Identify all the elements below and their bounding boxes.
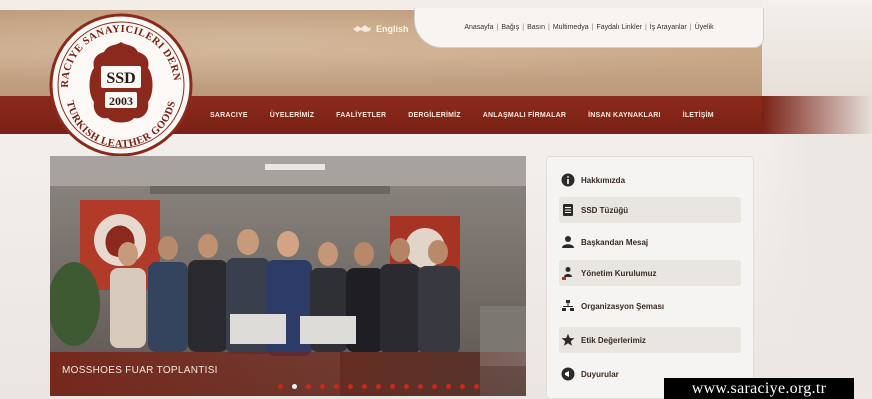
slider-dot[interactable] [334,384,339,389]
slider-dot[interactable] [418,384,423,389]
side-item-bylaws[interactable]: SSD Tüzüğü [559,197,741,223]
right-edge-fade [762,134,872,399]
side-item-label: Başkandan Mesaj [581,237,649,247]
site-url-watermark: www.saraciye.org.tr [664,378,854,399]
logo-year: 2003 [109,94,133,108]
top-menu-home[interactable]: Anasayfa [464,24,493,31]
image-slider[interactable]: MOSSHOES FUAR TOPLANTISI [50,156,526,396]
nav-item-activities[interactable]: FAALİYETLER [336,112,386,119]
slider-dot[interactable] [432,384,437,389]
side-item-about[interactable]: Hakkımızda [559,167,741,193]
side-item-label: Duyurular [581,369,619,379]
nav-right-fade [762,96,872,134]
star-icon [561,333,575,347]
top-menu-donation[interactable]: Bağış [501,24,519,31]
header-right-fade [762,0,872,96]
slider-dot[interactable] [446,384,451,389]
side-item-label: Yönetim Kurulumuz [581,268,657,278]
slide-caption: MOSSHOES FUAR TOPLANTISI [50,352,526,396]
side-item-label: Hakkımızda [581,175,626,185]
top-menu-membership[interactable]: Üyelik [695,24,714,31]
slider-pagination [278,384,479,389]
slider-dot[interactable] [292,384,297,389]
top-menu-multimedia[interactable]: Multimedya [553,24,589,31]
slider-dot[interactable] [348,384,353,389]
slider-dot[interactable] [474,384,479,389]
nav-item-members[interactable]: ÜYELERİMİZ [270,112,314,119]
document-icon [561,203,575,217]
slider-dot[interactable] [278,384,283,389]
slider-dot[interactable] [404,384,409,389]
nav-item-human-resources[interactable]: İNSAN KAYNAKLARI [588,112,661,119]
side-menu: Hakkımızda SSD Tüzüğü Başkandan Mesaj Yö… [546,156,754,399]
slider-dot[interactable] [460,384,465,389]
language-switch-link[interactable]: English [352,24,409,34]
language-label: English [376,24,409,34]
side-item-ethics[interactable]: Etik Değerlerimiz [559,327,741,353]
ssd-logo[interactable]: SARACIYE SANAYICILERI DERNEGI TURKISH LE… [46,10,196,160]
org-chart-icon [561,299,575,313]
slider-dot[interactable] [320,384,325,389]
nav-item-magazines[interactable]: DERGİLERİMİZ [408,112,461,119]
side-item-board[interactable]: Yönetim Kurulumuz [559,260,741,286]
slider-dot[interactable] [376,384,381,389]
slide-caption-text: MOSSHOES FUAR TOPLANTISI [62,365,218,376]
side-item-org-chart[interactable]: Organizasyon Şeması [559,293,741,319]
nav-item-partner-firms[interactable]: ANLAŞMALI FİRMALAR [483,112,566,119]
nav-item-contact[interactable]: İLETİŞİM [683,112,714,119]
top-menu-press[interactable]: Basın [527,24,545,31]
slider-dot[interactable] [390,384,395,389]
slider-dot[interactable] [306,384,311,389]
nav-item-saraciye[interactable]: SARACIYE [210,112,248,119]
top-menu-useful-links[interactable]: Faydalı Linkler [596,24,642,31]
slider-dot[interactable] [362,384,367,389]
person-icon [561,235,575,249]
side-item-label: SSD Tüzüğü [581,205,629,215]
top-menu-job-seekers[interactable]: İş Arayanlar [650,24,687,31]
side-item-label: Organizasyon Şeması [581,301,665,311]
top-menu: Anasayfa | Bağış | Basın | Multimedya | Fayd… [414,8,764,48]
flag-icon [353,25,371,32]
side-item-label: Etik Değerlerimiz [581,335,646,345]
logo-abbr: SSD [106,70,135,87]
megaphone-icon [561,367,575,381]
board-icon [561,266,575,280]
info-icon [561,173,575,187]
side-item-president-message[interactable]: Başkandan Mesaj [559,229,741,255]
